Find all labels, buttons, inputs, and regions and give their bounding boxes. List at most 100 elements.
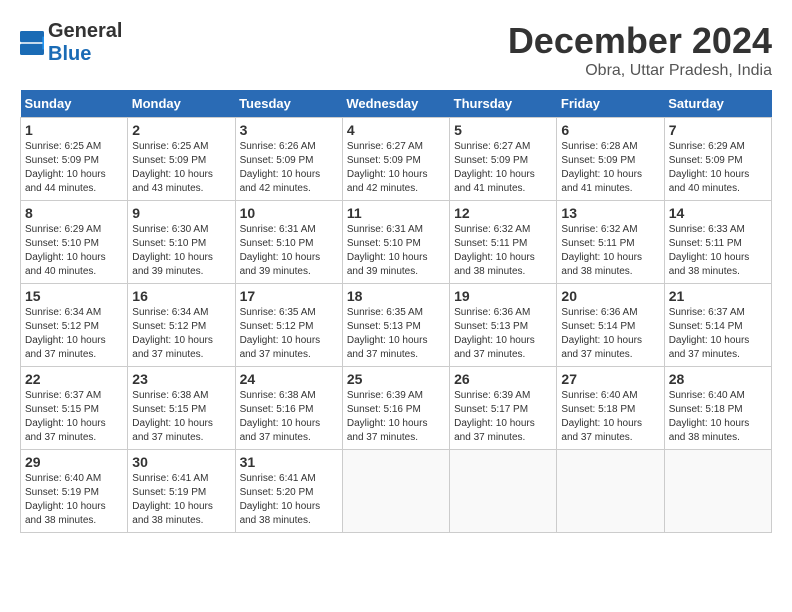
day-number: 28 [669,371,767,387]
calendar-cell: 22 Sunrise: 6:37 AMSunset: 5:15 PMDayligh… [21,367,128,450]
calendar-cell [342,450,449,533]
day-info: Sunrise: 6:25 AMSunset: 5:09 PMDaylight:… [25,140,123,196]
calendar-body: 1Sunrise: 6:25 AMSunset: 5:09 PMDaylight… [21,118,772,533]
calendar-cell: 20Sunrise: 6:36 AMSunset: 5:14 PMDayligh… [557,284,664,367]
calendar-cell: 29 Sunrise: 6:40 AMSunset: 5:19 PMDayligh… [21,450,128,533]
day-number: 3 [240,122,338,138]
day-info: Sunrise: 6:26 AMSunset: 5:09 PMDaylight:… [240,140,338,196]
calendar-cell: 10Sunrise: 6:31 AMSunset: 5:10 PMDayligh… [235,201,342,284]
page-header: General Blue December 2024 Obra, Uttar P… [20,20,772,80]
day-info: Sunrise: 6:28 AMSunset: 5:09 PMDaylight:… [561,140,659,196]
calendar-cell: 12 Sunrise: 6:32 AMSunset: 5:11 PMDayligh… [450,201,557,284]
day-info: Sunrise: 6:31 AMSunset: 5:10 PMDaylight:… [347,223,445,279]
header-tuesday: Tuesday [235,90,342,118]
day-number: 12 [454,205,552,221]
calendar-cell: 21Sunrise: 6:37 AMSunset: 5:14 PMDayligh… [664,284,771,367]
day-number: 29 [25,454,123,470]
day-number: 17 [240,288,338,304]
day-number: 30 [132,454,230,470]
calendar-cell: 25 Sunrise: 6:39 AMSunset: 5:16 PMDayligh… [342,367,449,450]
weekday-header-row: Sunday Monday Tuesday Wednesday Thursday… [21,90,772,118]
day-info: Sunrise: 6:37 AMSunset: 5:15 PMDaylight:… [25,389,123,445]
calendar-cell: 24 Sunrise: 6:38 AMSunset: 5:16 PMDayligh… [235,367,342,450]
week-row: 29 Sunrise: 6:40 AMSunset: 5:19 PMDayligh… [21,450,772,533]
calendar-cell: 30Sunrise: 6:41 AMSunset: 5:19 PMDayligh… [128,450,235,533]
calendar-cell: 27Sunrise: 6:40 AMSunset: 5:18 PMDayligh… [557,367,664,450]
day-number: 24 [240,371,338,387]
calendar-cell [664,450,771,533]
day-info: Sunrise: 6:31 AMSunset: 5:10 PMDaylight:… [240,223,338,279]
week-row: 22 Sunrise: 6:37 AMSunset: 5:15 PMDayligh… [21,367,772,450]
header-wednesday: Wednesday [342,90,449,118]
calendar-cell: 23Sunrise: 6:38 AMSunset: 5:15 PMDayligh… [128,367,235,450]
day-info: Sunrise: 6:40 AMSunset: 5:18 PMDaylight:… [669,389,767,445]
day-number: 31 [240,454,338,470]
day-number: 9 [132,205,230,221]
day-number: 20 [561,288,659,304]
logo-icon [20,31,44,55]
header-saturday: Saturday [664,90,771,118]
day-info: Sunrise: 6:40 AMSunset: 5:19 PMDaylight:… [25,472,123,528]
day-info: Sunrise: 6:34 AMSunset: 5:12 PMDaylight:… [132,306,230,362]
day-info: Sunrise: 6:27 AMSunset: 5:09 PMDaylight:… [454,140,552,196]
day-number: 2 [132,122,230,138]
header-monday: Monday [128,90,235,118]
calendar-cell: 3 Sunrise: 6:26 AMSunset: 5:09 PMDaylight… [235,118,342,201]
day-number: 26 [454,371,552,387]
day-number: 4 [347,122,445,138]
calendar-cell: 11Sunrise: 6:31 AMSunset: 5:10 PMDayligh… [342,201,449,284]
calendar-cell: 15 Sunrise: 6:34 AMSunset: 5:12 PMDayligh… [21,284,128,367]
day-info: Sunrise: 6:39 AMSunset: 5:16 PMDaylight:… [347,389,445,445]
calendar-title: December 2024 [508,20,772,62]
day-info: Sunrise: 6:27 AMSunset: 5:09 PMDaylight:… [347,140,445,196]
day-number: 5 [454,122,552,138]
day-info: Sunrise: 6:32 AMSunset: 5:11 PMDaylight:… [561,223,659,279]
day-number: 16 [132,288,230,304]
day-info: Sunrise: 6:25 AMSunset: 5:09 PMDaylight:… [132,140,230,196]
title-section: December 2024 Obra, Uttar Pradesh, India [508,20,772,80]
day-number: 14 [669,205,767,221]
day-number: 8 [25,205,123,221]
day-number: 7 [669,122,767,138]
day-info: Sunrise: 6:36 AMSunset: 5:13 PMDaylight:… [454,306,552,362]
calendar-cell: 9 Sunrise: 6:30 AMSunset: 5:10 PMDaylight… [128,201,235,284]
calendar-table: Sunday Monday Tuesday Wednesday Thursday… [20,90,772,533]
calendar-cell: 26 Sunrise: 6:39 AMSunset: 5:17 PMDayligh… [450,367,557,450]
day-info: Sunrise: 6:39 AMSunset: 5:17 PMDaylight:… [454,389,552,445]
header-thursday: Thursday [450,90,557,118]
calendar-cell: 19 Sunrise: 6:36 AMSunset: 5:13 PMDayligh… [450,284,557,367]
calendar-cell: 13 Sunrise: 6:32 AMSunset: 5:11 PMDayligh… [557,201,664,284]
day-info: Sunrise: 6:32 AMSunset: 5:11 PMDaylight:… [454,223,552,279]
day-number: 25 [347,371,445,387]
calendar-cell: 6 Sunrise: 6:28 AMSunset: 5:09 PMDaylight… [557,118,664,201]
day-info: Sunrise: 6:35 AMSunset: 5:13 PMDaylight:… [347,306,445,362]
day-number: 6 [561,122,659,138]
week-row: 8 Sunrise: 6:29 AMSunset: 5:10 PMDaylight… [21,201,772,284]
day-info: Sunrise: 6:40 AMSunset: 5:18 PMDaylight:… [561,389,659,445]
logo-general: General [48,20,122,42]
calendar-cell: 31 Sunrise: 6:41 AMSunset: 5:20 PMDayligh… [235,450,342,533]
calendar-subtitle: Obra, Uttar Pradesh, India [508,62,772,80]
day-number: 15 [25,288,123,304]
day-info: Sunrise: 6:34 AMSunset: 5:12 PMDaylight:… [25,306,123,362]
calendar-cell: 16 Sunrise: 6:34 AMSunset: 5:12 PMDayligh… [128,284,235,367]
calendar-cell: 1Sunrise: 6:25 AMSunset: 5:09 PMDaylight… [21,118,128,201]
day-info: Sunrise: 6:37 AMSunset: 5:14 PMDaylight:… [669,306,767,362]
calendar-cell: 4 Sunrise: 6:27 AMSunset: 5:09 PMDaylight… [342,118,449,201]
day-number: 23 [132,371,230,387]
logo: General Blue [20,20,122,66]
calendar-cell: 2 Sunrise: 6:25 AMSunset: 5:09 PMDaylight… [128,118,235,201]
calendar-cell: 7Sunrise: 6:29 AMSunset: 5:09 PMDaylight… [664,118,771,201]
day-number: 22 [25,371,123,387]
day-number: 19 [454,288,552,304]
day-info: Sunrise: 6:33 AMSunset: 5:11 PMDaylight:… [669,223,767,279]
day-number: 13 [561,205,659,221]
day-info: Sunrise: 6:30 AMSunset: 5:10 PMDaylight:… [132,223,230,279]
day-info: Sunrise: 6:35 AMSunset: 5:12 PMDaylight:… [240,306,338,362]
day-info: Sunrise: 6:29 AMSunset: 5:10 PMDaylight:… [25,223,123,279]
logo-blue: Blue [48,43,91,65]
day-number: 18 [347,288,445,304]
day-info: Sunrise: 6:38 AMSunset: 5:16 PMDaylight:… [240,389,338,445]
calendar-cell: 8 Sunrise: 6:29 AMSunset: 5:10 PMDaylight… [21,201,128,284]
day-info: Sunrise: 6:41 AMSunset: 5:20 PMDaylight:… [240,472,338,528]
